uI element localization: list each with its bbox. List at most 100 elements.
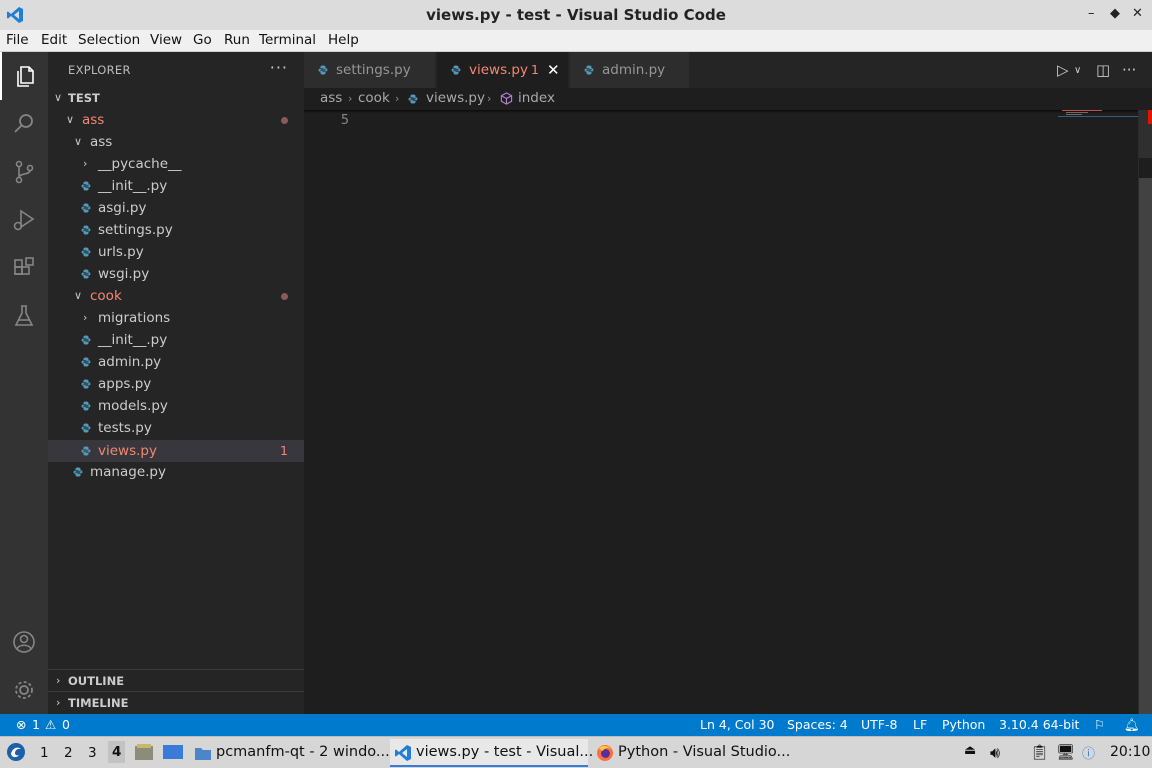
editor-area[interactable]: 5	[304, 110, 1152, 714]
flask-icon	[14, 305, 34, 326]
explorer-header: EXPLORER	[68, 63, 131, 77]
manage-activity[interactable]	[0, 666, 48, 714]
task-firefox[interactable]: Python - Visual Studio...	[592, 739, 792, 767]
warning-count[interactable]: 0	[62, 717, 70, 732]
tree-file[interactable]: __init__.py	[48, 175, 304, 197]
close-tab-icon[interactable]: ✕	[547, 61, 560, 79]
tab-admin[interactable]: admin.py	[570, 52, 690, 88]
breadcrumb-item[interactable]: views.py	[426, 90, 485, 106]
activity-bar	[0, 52, 48, 714]
menu-selection[interactable]: Selection	[78, 32, 140, 48]
show-desktop-icon[interactable]	[162, 743, 184, 761]
tree-folder-migrations[interactable]: › migrations	[48, 307, 304, 329]
indentation[interactable]: Spaces: 4	[787, 717, 848, 732]
minimize-button[interactable]: –	[1088, 6, 1095, 21]
menu-run[interactable]: Run	[224, 32, 250, 48]
tree-file[interactable]: urls.py	[48, 241, 304, 263]
breadcrumb-item[interactable]: index	[518, 90, 555, 106]
breadcrumb-item[interactable]: cook	[358, 90, 390, 106]
extensions-activity[interactable]	[0, 244, 48, 292]
workspace-2[interactable]: 2	[64, 745, 73, 761]
clock: 20:10	[1110, 744, 1151, 760]
language-mode[interactable]: Python	[942, 717, 985, 732]
python-file-icon	[81, 335, 91, 345]
tree-file-selected[interactable]: views.py 1	[48, 440, 304, 462]
notifications-bell-icon[interactable]: 🔔︎	[1124, 717, 1140, 733]
tree-file[interactable]: __init__.py	[48, 329, 304, 351]
python-file-icon	[81, 203, 91, 213]
tree-file[interactable]: asgi.py	[48, 197, 304, 219]
more-actions-button[interactable]: ···	[270, 58, 288, 77]
files-icon	[17, 66, 34, 87]
python-file-icon	[81, 269, 91, 279]
tree-file[interactable]: models.py	[48, 395, 304, 417]
clipboard-icon[interactable]: 📋︎	[1030, 743, 1049, 761]
menu-help[interactable]: Help	[328, 32, 359, 48]
menu-file[interactable]: File	[6, 32, 29, 48]
update-notifier-icon[interactable]: ⓘ	[1082, 743, 1095, 762]
run-file-icon[interactable]: ▷	[1057, 61, 1069, 79]
extensions-icon	[14, 257, 34, 275]
tree-folder-cook[interactable]: ∨ cook	[48, 285, 304, 307]
error-count[interactable]: 1	[32, 717, 40, 732]
testing-activity[interactable]	[0, 292, 48, 340]
python-file-icon	[81, 247, 91, 257]
search-activity[interactable]	[0, 100, 48, 148]
close-window-button[interactable]: ✕	[1132, 6, 1143, 21]
account-icon	[13, 631, 35, 653]
workspace-root[interactable]: ∨ TEST	[48, 87, 304, 109]
more-actions-icon[interactable]: ···	[1122, 61, 1136, 79]
explorer-activity[interactable]	[0, 52, 48, 100]
start-menu-icon[interactable]	[6, 742, 26, 762]
title-bar: views.py - test - Visual Studio Code – ◆…	[0, 0, 1152, 30]
volume-icon[interactable]: 🔊︎	[990, 743, 1000, 763]
line-number: 5	[340, 112, 349, 128]
outline-section[interactable]: › OUTLINE	[48, 669, 304, 691]
tree-file[interactable]: wsgi.py	[48, 263, 304, 285]
breadcrumb-item[interactable]: ass	[320, 90, 342, 106]
accounts-activity[interactable]	[0, 618, 48, 666]
cursor-position[interactable]: Ln 4, Col 30	[700, 717, 775, 732]
feedback-icon[interactable]: ⚐	[1094, 717, 1105, 732]
tree-file[interactable]: admin.py	[48, 351, 304, 373]
split-editor-icon[interactable]: ◫	[1096, 61, 1110, 79]
tree-folder-ass[interactable]: ∨ ass	[48, 109, 304, 131]
tree-file[interactable]: tests.py	[48, 417, 304, 439]
chevron-down-icon[interactable]: ∨	[1074, 65, 1081, 76]
problem-count-badge: 1	[280, 443, 288, 458]
python-interpreter[interactable]: 3.10.4 64-bit	[999, 717, 1079, 732]
tree-file[interactable]: manage.py	[48, 461, 304, 483]
workspace-4[interactable]: 4	[108, 741, 126, 763]
menu-edit[interactable]: Edit	[41, 32, 67, 48]
run-debug-activity[interactable]	[0, 196, 48, 244]
timeline-section[interactable]: › TIMELINE	[48, 691, 304, 713]
task-pcmanfm[interactable]: pcmanfm-qt - 2 windo...	[190, 739, 390, 767]
tree-file[interactable]: apps.py	[48, 373, 304, 395]
file-manager-icon[interactable]	[134, 743, 154, 761]
encoding[interactable]: UTF-8	[861, 717, 897, 732]
end-of-line[interactable]: LF	[913, 717, 927, 732]
tray-arrow-icon[interactable]: ⏏	[964, 743, 976, 758]
network-icon[interactable]: 🖥︎	[1056, 743, 1075, 761]
minimap[interactable]	[1058, 110, 1138, 120]
menu-terminal[interactable]: Terminal	[259, 32, 316, 48]
workspace-3[interactable]: 3	[88, 745, 97, 761]
menu-go[interactable]: Go	[193, 32, 212, 48]
scrollbar-thumb[interactable]	[1139, 178, 1152, 714]
task-vscode[interactable]: views.py - test - Visual...	[390, 739, 593, 767]
workspace-1[interactable]: 1	[40, 745, 49, 761]
tree-folder-pycache[interactable]: › __pycache__	[48, 153, 304, 175]
source-control-activity[interactable]	[0, 148, 48, 196]
tree-file[interactable]: settings.py	[48, 219, 304, 241]
modified-dot-icon	[281, 293, 288, 300]
menu-view[interactable]: View	[150, 32, 182, 48]
python-file-icon	[81, 401, 91, 411]
maximize-button[interactable]: ◆	[1110, 6, 1120, 21]
tree-folder-ass-inner[interactable]: ∨ ass	[48, 131, 304, 153]
tab-settings[interactable]: settings.py	[304, 52, 436, 88]
tab-views[interactable]: views.py 1 ✕	[437, 52, 569, 88]
status-bar: ⊗ 1 ⚠ 0 Ln 4, Col 30 Spaces: 4 UTF-8 LF …	[0, 714, 1152, 736]
symbol-method-icon	[500, 92, 513, 105]
vertical-scrollbar[interactable]	[1138, 110, 1152, 714]
python-file-icon	[81, 357, 91, 367]
